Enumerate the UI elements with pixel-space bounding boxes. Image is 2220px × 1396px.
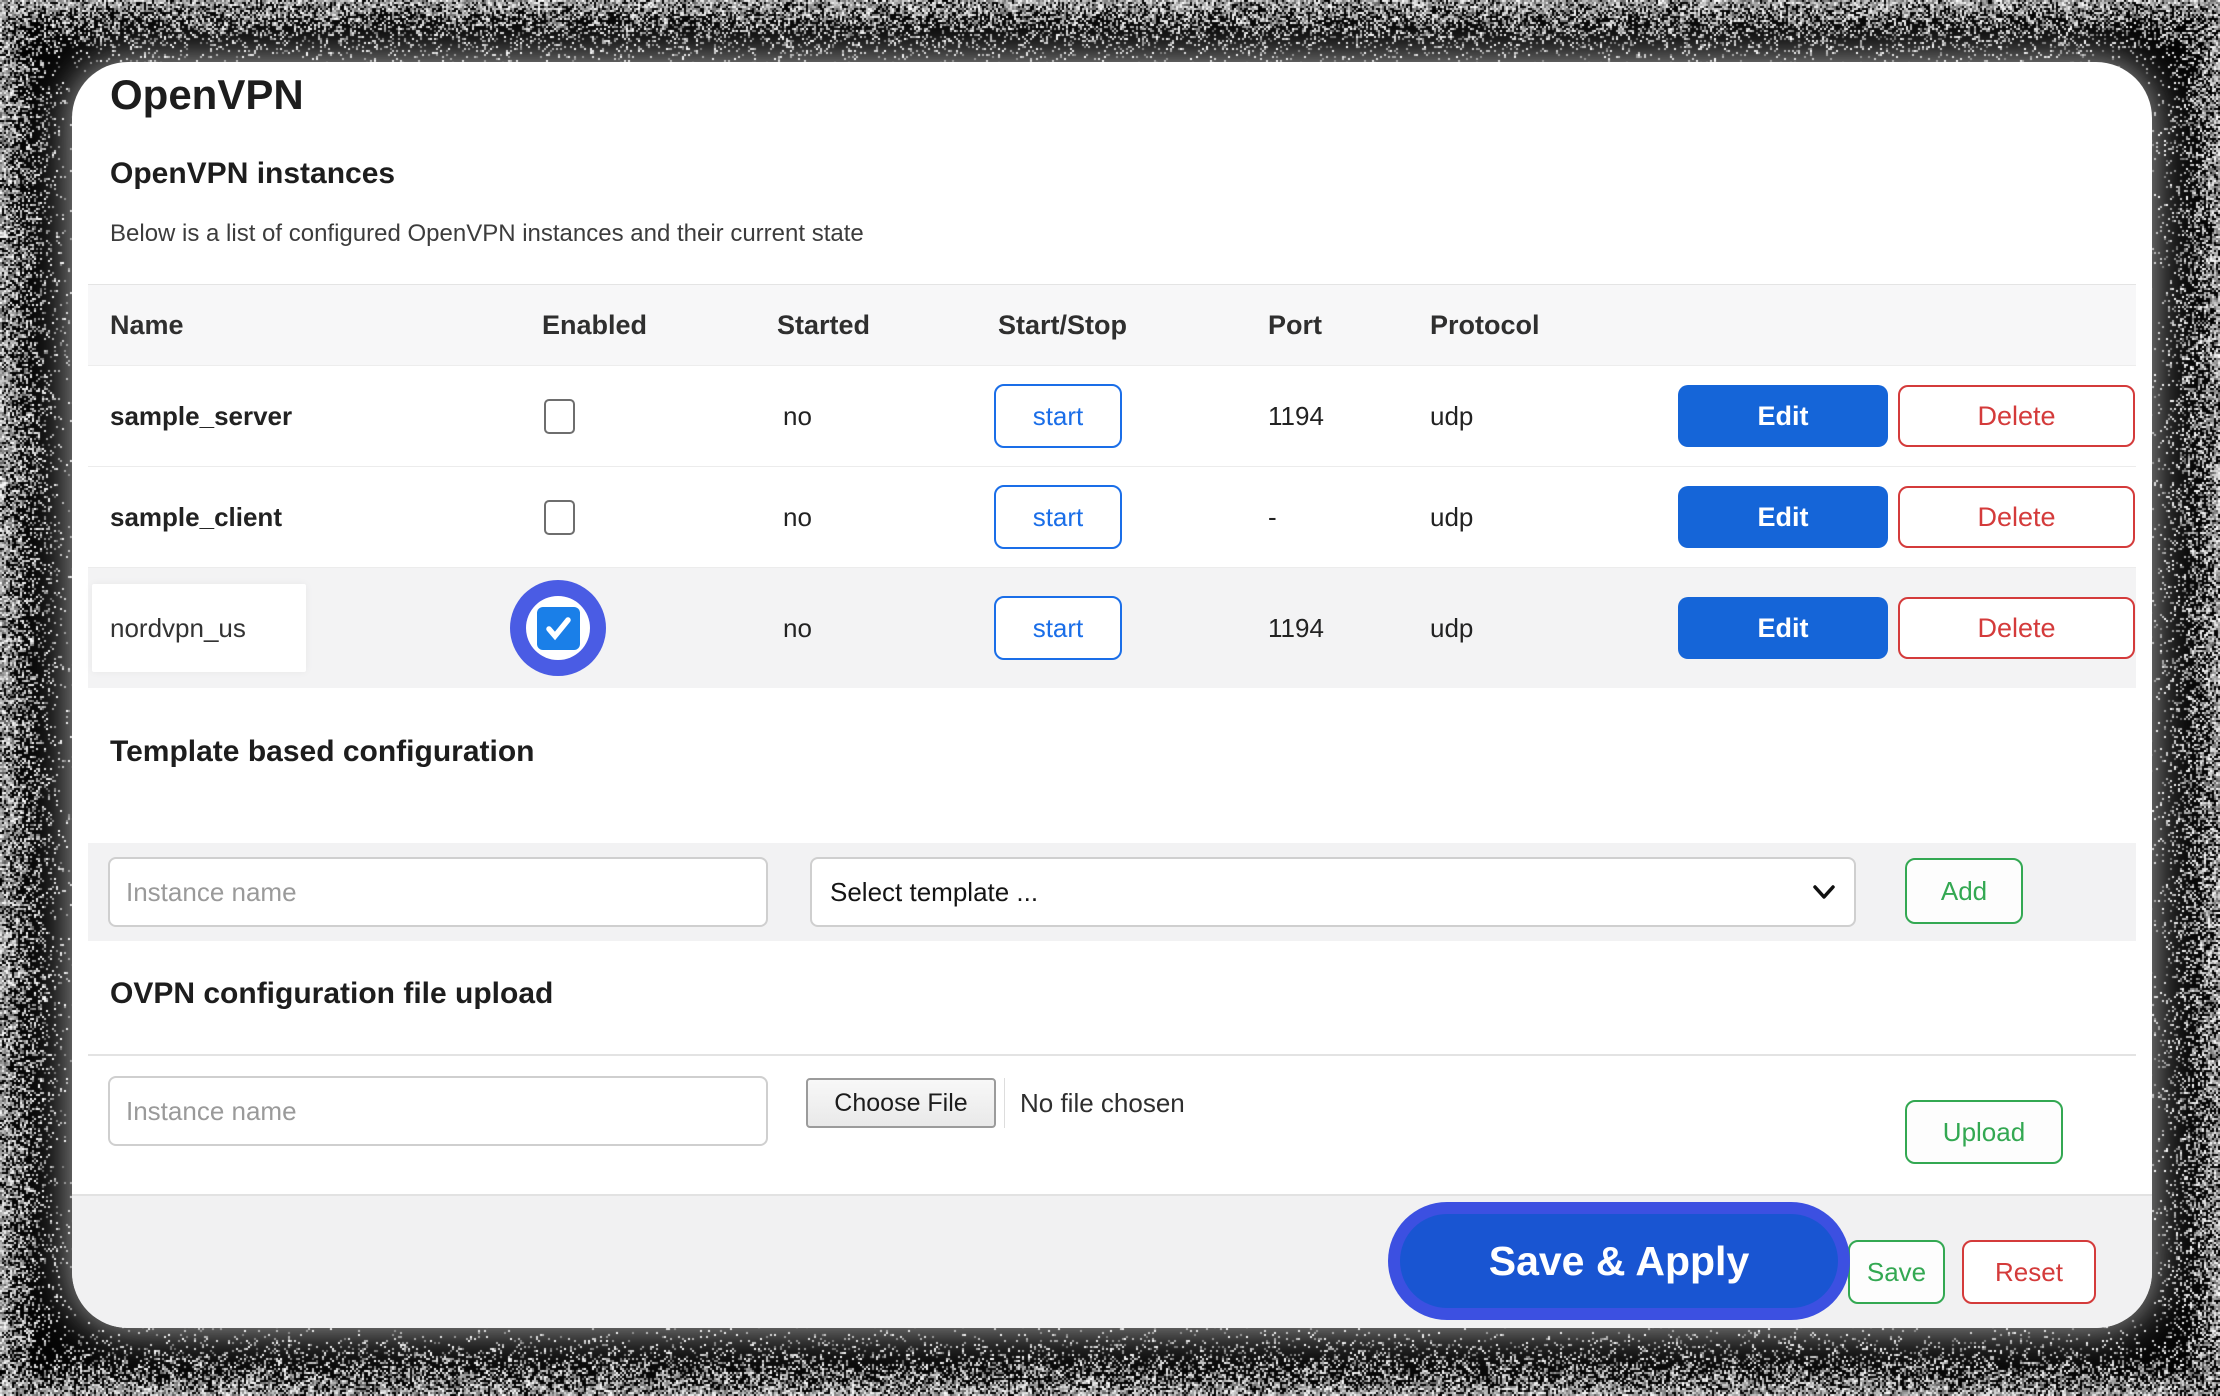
enabled-checkbox[interactable] <box>544 399 575 434</box>
section-divider <box>88 1054 2136 1056</box>
instance-name: sample_client <box>88 467 542 567</box>
page-title: OpenVPN <box>110 70 304 120</box>
start-button[interactable]: start <box>994 384 1122 448</box>
column-header-name: Name <box>88 285 542 365</box>
choose-file-button[interactable]: Choose File <box>806 1078 996 1128</box>
started-value: no <box>777 568 998 688</box>
start-button[interactable]: start <box>994 596 1122 660</box>
file-input-divider <box>1004 1078 1005 1128</box>
upload-instance-name-input[interactable] <box>108 1076 768 1146</box>
instances-description: Below is a list of configured OpenVPN in… <box>110 220 864 248</box>
chevron-down-icon <box>1812 884 1836 900</box>
template-select-value: Select template ... <box>830 877 1038 908</box>
table-header-row: Name Enabled Started Start/Stop Port Pro… <box>88 284 2136 366</box>
save-button[interactable]: Save <box>1848 1240 1945 1304</box>
port-value: 1194 <box>1268 366 1430 466</box>
reset-button[interactable]: Reset <box>1962 1240 2096 1304</box>
started-value: no <box>777 467 998 567</box>
edit-button[interactable]: Edit <box>1678 486 1888 548</box>
start-button[interactable]: start <box>994 485 1122 549</box>
save-apply-button[interactable]: Save & Apply <box>1400 1214 1838 1308</box>
delete-button[interactable]: Delete <box>1898 597 2135 659</box>
column-header-start-stop: Start/Stop <box>998 285 1268 365</box>
template-section-heading: Template based configuration <box>110 734 535 770</box>
protocol-value: udp <box>1430 568 1678 688</box>
openvpn-page-card: OpenVPN OpenVPN instances Below is a lis… <box>72 62 2152 1328</box>
column-header-port: Port <box>1268 285 1430 365</box>
checkmark-icon <box>544 614 572 642</box>
edit-button[interactable]: Edit <box>1678 385 1888 447</box>
save-apply-highlight-ring: Save & Apply <box>1388 1202 1850 1320</box>
protocol-value: udp <box>1430 467 1678 567</box>
screenshot-stage: OpenVPN OpenVPN instances Below is a lis… <box>0 0 2220 1396</box>
upload-button[interactable]: Upload <box>1905 1100 2063 1164</box>
template-config-row: Select template ... Add <box>88 843 2136 941</box>
started-value: no <box>777 366 998 466</box>
add-button[interactable]: Add <box>1905 858 2023 924</box>
enabled-checkbox-checked[interactable] <box>537 607 580 650</box>
instances-table: Name Enabled Started Start/Stop Port Pro… <box>88 284 2136 688</box>
port-value: 1194 <box>1268 568 1430 688</box>
table-row: sample_client no start - udp Edit Delete <box>88 467 2136 568</box>
no-file-chosen-text: No file chosen <box>1020 1078 1185 1128</box>
instance-name: nordvpn_us <box>92 584 306 672</box>
column-header-started: Started <box>777 285 998 365</box>
enabled-checkbox[interactable] <box>544 500 575 535</box>
instance-name: sample_server <box>88 366 542 466</box>
click-highlight-ring <box>510 580 606 676</box>
instances-heading: OpenVPN instances <box>110 156 395 192</box>
edit-button[interactable]: Edit <box>1678 597 1888 659</box>
column-header-actions <box>1678 285 2136 365</box>
delete-button[interactable]: Delete <box>1898 486 2135 548</box>
table-row: sample_server no start 1194 udp Edit Del… <box>88 366 2136 467</box>
upload-section-heading: OVPN configuration file upload <box>110 976 553 1012</box>
template-instance-name-input[interactable] <box>108 857 768 927</box>
column-header-enabled: Enabled <box>542 285 777 365</box>
port-value: - <box>1268 467 1430 567</box>
column-header-protocol: Protocol <box>1430 285 1678 365</box>
table-row-highlighted: nordvpn_us no start <box>88 568 2136 688</box>
delete-button[interactable]: Delete <box>1898 385 2135 447</box>
protocol-value: udp <box>1430 366 1678 466</box>
template-select[interactable]: Select template ... <box>810 857 1856 927</box>
